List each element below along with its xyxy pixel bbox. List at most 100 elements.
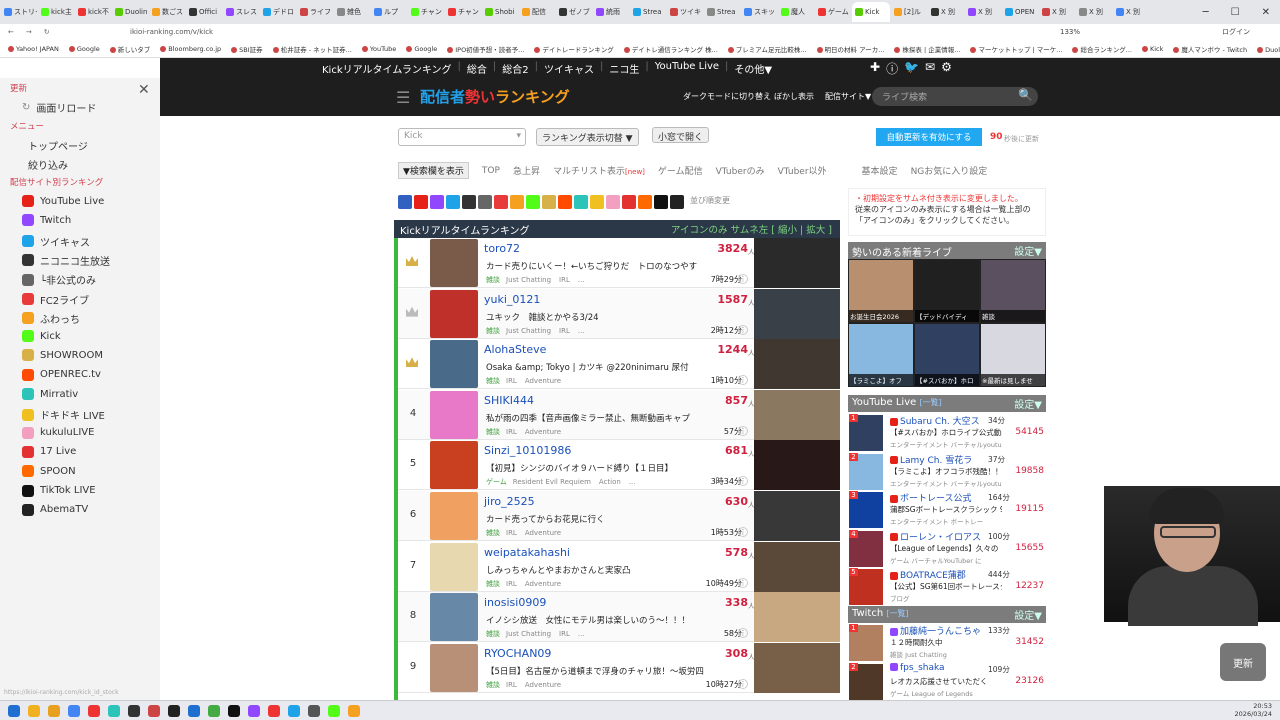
stream-tag[interactable]: 雑談 [486,276,500,284]
browser-tab[interactable]: X 別 [965,2,1001,22]
category-link[interactable]: Adventure [525,428,561,436]
taskbar-app-icon[interactable] [148,704,160,717]
ranking-row[interactable]: yuki_0121 1587 ユキック 雑談とかやる3/24 雑談 Just Chatt… [398,288,840,339]
category-link[interactable]: IRL [506,580,517,588]
platform-filter-icon[interactable] [574,195,588,209]
platform-filter-icon[interactable] [654,195,668,209]
platform-filter-icon[interactable] [478,195,492,209]
new-live-card[interactable]: 雑談 [981,260,1045,322]
stream-thumbnail[interactable] [754,440,840,491]
back-icon[interactable]: ← [8,28,14,36]
streamer-avatar[interactable] [430,340,478,389]
category-link[interactable]: Resident Evil Requiem [513,478,591,486]
stream-title[interactable]: カード売りにいくー！←いちご狩りだ トロのなつやす [486,260,756,272]
platform-filter-icon[interactable] [430,195,444,209]
taskbar-app-icon[interactable] [48,704,60,717]
bookmark-item[interactable]: Google [406,45,437,53]
ranking-row[interactable]: 7 weipatakahashi 578 しみっちゃんとやまおかさんと実家凸 雑談 IRL… [398,541,840,592]
bookmark-item[interactable]: デイトレードランキング [534,44,613,54]
bookmark-item[interactable]: マーケットトップ | マーケ... [970,44,1062,54]
stream-tag[interactable]: 雑談 [486,428,500,436]
taskbar-app-icon[interactable] [88,704,100,717]
ranking-row[interactable]: 8 inosisi0909 338 イノシシ放送 女性にモテル男は楽しいのう～！！！ 雑… [398,592,840,643]
category-link[interactable]: ... [629,478,636,486]
streamer-name[interactable]: AlohaSteve [484,343,546,356]
open-mode-select[interactable]: 小窓で開く [652,127,710,143]
twitch-list-link[interactable]: [一覧] [886,609,908,618]
stream-tag[interactable]: 雑談 [486,681,500,689]
stream-title[interactable]: しみっちゃんとやまおかさんと実家凸 [486,564,756,576]
side-stream-name[interactable]: Subaru Ch. 大空ス [890,414,980,427]
streamer-avatar[interactable] [430,643,478,692]
info-icon[interactable]: ⓘ [886,60,898,77]
nav-link[interactable]: 総合 [467,61,487,76]
category-link[interactable]: Just Chatting [506,630,551,638]
sidebar-site-item[interactable]: TikTok LIVE [22,484,96,497]
platform-filter-icon[interactable] [590,195,604,209]
platform-filter-icon[interactable] [414,195,428,209]
ranking-row[interactable]: 9 RYOCHAN09 308 【5日目】名古屋から道頓まで浮身のチャリ旅！～坂労四雑… [398,642,840,693]
sidebar-site-item[interactable]: ツイキャス [22,234,90,249]
bookmark-item[interactable]: Yahoo! JAPAN [8,45,59,53]
bookmark-item[interactable]: Kick [1142,45,1163,53]
taskbar-app-icon[interactable] [348,704,360,717]
category-link[interactable]: Adventure [525,580,561,588]
twitch-settings[interactable]: 設定▼ [1014,607,1042,622]
side-stream-row[interactable]: 5 BOATRACE蒲郡 444分 【公式】SG第61回ボートレースク ブログ 12237 [848,567,1046,607]
zoom-level[interactable]: 133% [1060,28,1080,36]
filter-rising[interactable]: 急上昇 [513,164,540,177]
browser-tab[interactable]: スレス [223,2,259,22]
browser-tab[interactable]: 数ごス [149,2,185,22]
sidebar-site-item[interactable]: 17 Live [22,445,76,458]
side-stream-name[interactable]: BOATRACE蒲郡 [890,568,966,581]
basic-settings-link[interactable]: 基本設定 [862,164,898,177]
category-link[interactable]: Adventure [525,681,561,689]
platform-filter-icon[interactable] [510,195,524,209]
stream-thumbnail[interactable] [754,238,840,288]
bookmark-item[interactable]: Duolingo - 語学を無... [1257,44,1280,54]
platform-filter-icon[interactable] [462,195,476,209]
streamer-avatar[interactable] [430,390,478,439]
browser-tab[interactable]: ゲーム [815,2,851,22]
platform-filter-icon[interactable] [670,195,684,209]
bookmark-item[interactable]: 明日の材料 アーカ... [817,44,885,54]
platform-filter-icon[interactable] [638,195,652,209]
mail-icon[interactable]: ✉ [925,60,935,77]
browser-tab[interactable]: ストリー [1,2,37,22]
bookmark-item[interactable]: 総合ランキング... [1072,44,1132,54]
ranking-row[interactable]: AlohaSteve 1244 Osaka &amp; Tokyo | カツキ @2… [398,339,840,390]
sidebar-site-item[interactable]: OPENREC.tv [22,368,101,381]
new-live-card[interactable]: 【デッドバイディ [915,260,979,322]
filter-non-vtuber[interactable]: VTuber以外 [778,164,827,177]
browser-tab[interactable]: OPEN [1002,2,1038,22]
nav-link[interactable]: ニコ生 [609,61,639,76]
new-live-card[interactable]: ※最新は見しませ [981,324,1045,386]
side-stream-title[interactable]: １２時間耐久中 [890,637,1002,648]
side-stream-row[interactable]: 4 ローレン・イロアス 100分 【League of Legends】久々の ゲーム … [848,528,1046,569]
category-link[interactable]: Adventure [525,529,561,537]
side-stream-name[interactable]: fps_shaka [890,663,945,673]
site-select-link[interactable]: 配信サイト▼ [825,91,871,102]
sidebar-site-item[interactable]: SHOWROOM [22,349,103,362]
category-link[interactable]: IRL [506,428,517,436]
bookmark-item[interactable]: Google [69,45,100,53]
taskbar-app-icon[interactable] [188,704,200,717]
browser-tab[interactable]: X 別 [1113,2,1149,22]
platform-select[interactable]: Kick ▾ [398,128,526,146]
taskbar-app-icon[interactable] [108,704,120,717]
minimize-icon[interactable]: ─ [1203,7,1209,18]
sidebar-site-item[interactable]: ふわっち [22,311,80,326]
streamer-avatar[interactable] [430,289,478,338]
side-stream-name[interactable]: 加藤純一うんこちゃ [890,624,981,637]
bookmark-item[interactable]: 魔人マンボウ - Twitch [1173,44,1247,54]
browser-tab[interactable]: Kick [852,2,890,22]
bookmark-item[interactable]: YouTube [362,45,396,53]
more-options-icon[interactable]: ⋮ [738,476,748,487]
side-stream-row[interactable]: 1 Subaru Ch. 大空ス 34分 【#スバおか】ホロライブ公式動画 エンターテイ… [848,413,1046,453]
side-stream-title[interactable]: 【ラミこよ】オフコラボ残酷！！コ [890,466,1002,477]
site-logo[interactable]: 配信者勢いランキング [420,86,570,107]
streamer-name[interactable]: Sinzi_10101986 [484,444,571,457]
new-live-card[interactable]: 【ラミこよ】オフ [849,324,913,386]
browser-tab[interactable]: チャン [408,2,444,22]
sidebar-site-item[interactable]: Mirrativ [22,388,78,400]
